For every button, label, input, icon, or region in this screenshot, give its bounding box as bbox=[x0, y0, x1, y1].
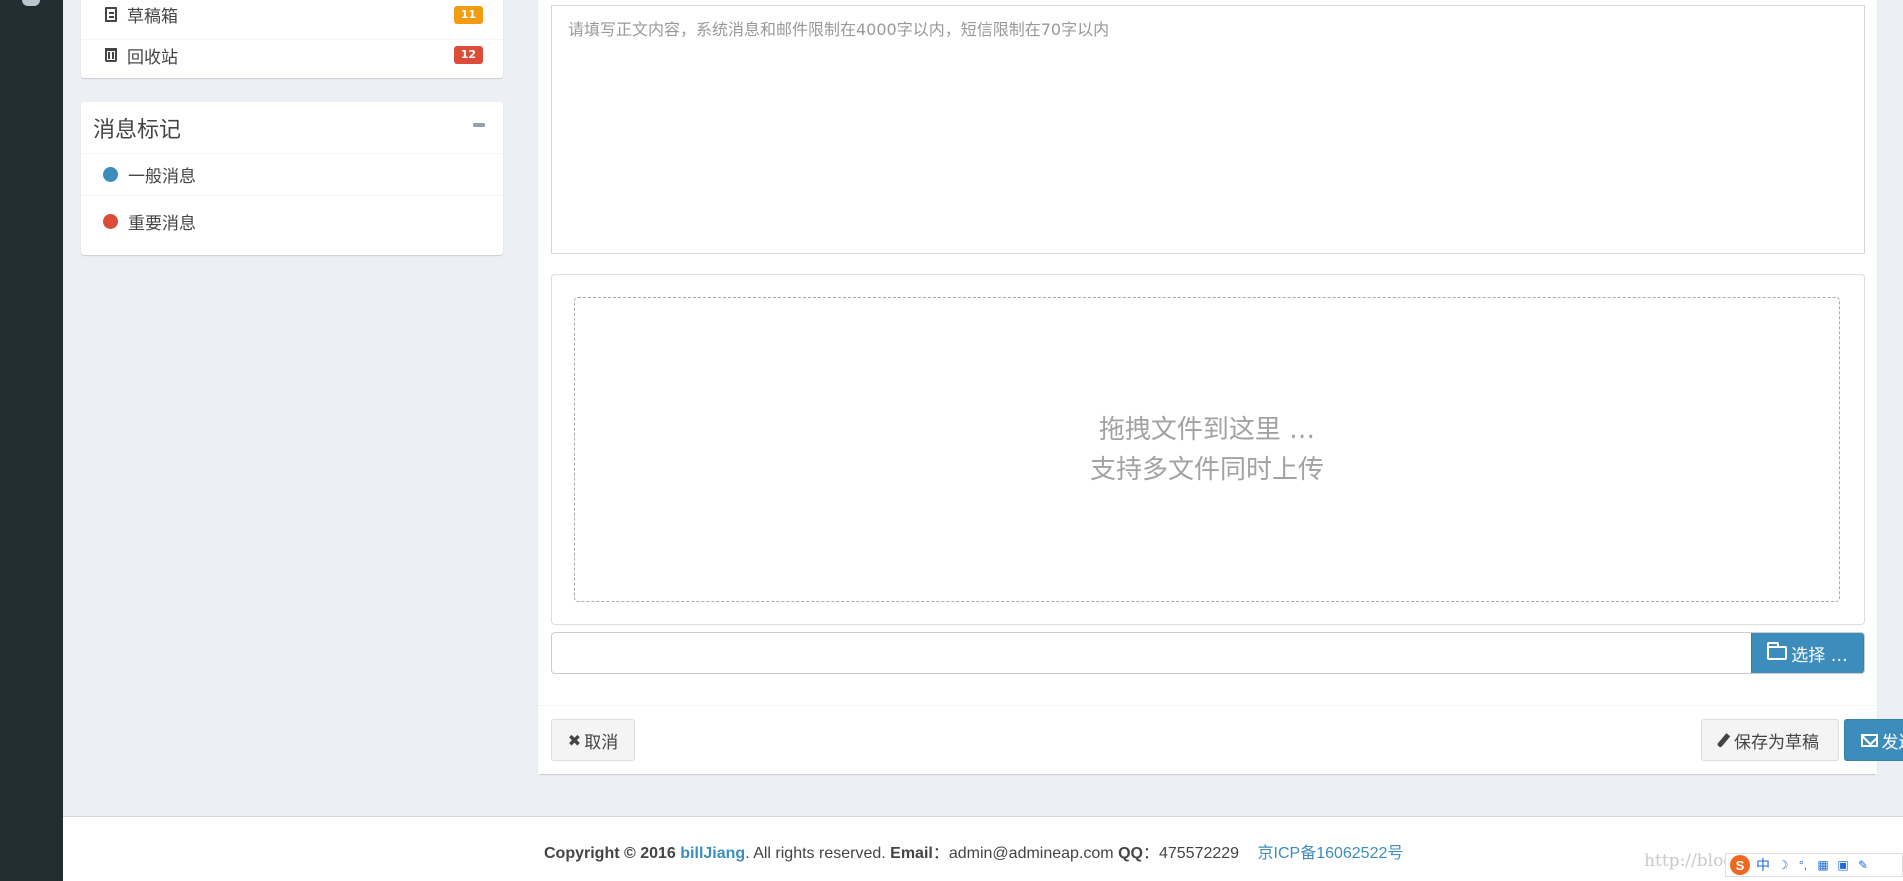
cancel-button-label: 取消 bbox=[584, 732, 619, 753]
labels-box: 消息标记 一般消息 重要消息 bbox=[81, 102, 503, 255]
label-item-text: 重要消息 bbox=[128, 213, 196, 234]
circle-blue-icon bbox=[103, 167, 118, 182]
email-value: admin@admineap.com bbox=[948, 845, 1114, 862]
label-item-normal[interactable]: 一般消息 bbox=[81, 154, 503, 196]
send-button-label: 发送 bbox=[1881, 732, 1903, 753]
save-draft-button[interactable]: 保存为草稿 bbox=[1701, 719, 1839, 761]
shirt-icon[interactable]: ▣ bbox=[1836, 858, 1850, 872]
ime-toolbar[interactable]: S 中 ☽ °, ▦ ▣ ✎ bbox=[1725, 853, 1903, 877]
drafts-count-badge: 11 bbox=[453, 5, 483, 24]
folder-trash[interactable]: 回收站 12 bbox=[81, 30, 503, 80]
qq-label: QQ bbox=[1118, 845, 1143, 862]
circle-red-icon bbox=[103, 213, 118, 229]
content-wrapper: 草稿箱 11 回收站 12 消息标记 一般消息 重要消息 请填写正文内容，系统消… bbox=[63, 0, 1903, 816]
trash-icon bbox=[103, 47, 119, 63]
ime-mode-toggle[interactable]: 中 bbox=[1756, 855, 1770, 875]
qq-separator: ： bbox=[1142, 845, 1159, 862]
save-draft-label: 保存为草稿 bbox=[1734, 732, 1819, 753]
cancel-button[interactable]: ✖ 取消 bbox=[551, 719, 635, 761]
drop-zone-subcaption: 支持多文件同时上传 bbox=[1089, 454, 1324, 485]
label-item-text: 一般消息 bbox=[128, 167, 196, 187]
message-body-placeholder: 请填写正文内容，系统消息和邮件限制在4000字以内，短信限制在70字以内 bbox=[568, 20, 1110, 39]
label-item-important[interactable]: 重要消息 bbox=[81, 196, 503, 246]
compose-box: 请填写正文内容，系统消息和邮件限制在4000字以内，短信限制在70字以内 拖拽文… bbox=[538, 0, 1903, 774]
moon-icon[interactable]: ☽ bbox=[1776, 858, 1790, 872]
drop-zone-caption: 拖拽文件到这里 … bbox=[1098, 414, 1316, 445]
browse-files-button[interactable]: 选择 … bbox=[1751, 633, 1864, 673]
keyboard-icon[interactable]: ▦ bbox=[1816, 858, 1830, 872]
folders-box: 草稿箱 11 回收站 12 bbox=[81, 0, 503, 78]
sogou-logo-icon[interactable]: S bbox=[1730, 855, 1750, 875]
browse-button-label: 选择 … bbox=[1791, 645, 1848, 666]
send-button[interactable]: 发送 bbox=[1844, 719, 1903, 761]
folder-label: 草稿箱 bbox=[127, 7, 178, 27]
brand-link[interactable]: billJiang bbox=[680, 845, 745, 862]
labels-box-header: 消息标记 bbox=[81, 102, 503, 154]
file-drop-zone[interactable]: 拖拽文件到这里 … 支持多文件同时上传 bbox=[574, 297, 1840, 602]
rights-text: . All rights reserved. bbox=[745, 845, 886, 862]
punctuation-icon[interactable]: °, bbox=[1796, 858, 1810, 872]
email-separator: ： bbox=[932, 845, 949, 862]
labels-title: 消息标记 bbox=[93, 117, 182, 143]
sidebar-avatar-icon[interactable] bbox=[22, 0, 40, 6]
main-footer: Copyright © 2016 billJiang. All rights r… bbox=[63, 816, 1903, 881]
folder-label: 回收站 bbox=[127, 47, 178, 68]
trash-count-badge: 12 bbox=[453, 46, 483, 64]
file-caption-input[interactable]: 选择 … bbox=[551, 632, 1865, 674]
pencil-icon bbox=[1716, 732, 1731, 748]
collapse-minus-icon[interactable] bbox=[473, 123, 485, 127]
envelope-icon bbox=[1860, 733, 1878, 747]
icp-link[interactable]: 京ICP备16062522号 bbox=[1258, 845, 1404, 862]
main-sidebar bbox=[0, 0, 63, 881]
wrench-icon[interactable]: ✎ bbox=[1856, 858, 1870, 872]
qq-value: 475572229 bbox=[1158, 845, 1240, 862]
file-drop-frame: 拖拽文件到这里 … 支持多文件同时上传 bbox=[551, 274, 1865, 625]
file-text-icon bbox=[103, 7, 119, 23]
compose-footer: ✖ 取消 保存为草稿 发送 bbox=[538, 705, 1903, 774]
message-body-editor[interactable]: 请填写正文内容，系统消息和邮件限制在4000字以内，短信限制在70字以内 bbox=[551, 5, 1865, 254]
copyright-text: Copyright © 2016 bbox=[544, 845, 676, 862]
email-label: Email bbox=[890, 845, 933, 862]
times-icon: ✖ bbox=[567, 730, 582, 750]
folder-open-icon bbox=[1767, 642, 1788, 660]
